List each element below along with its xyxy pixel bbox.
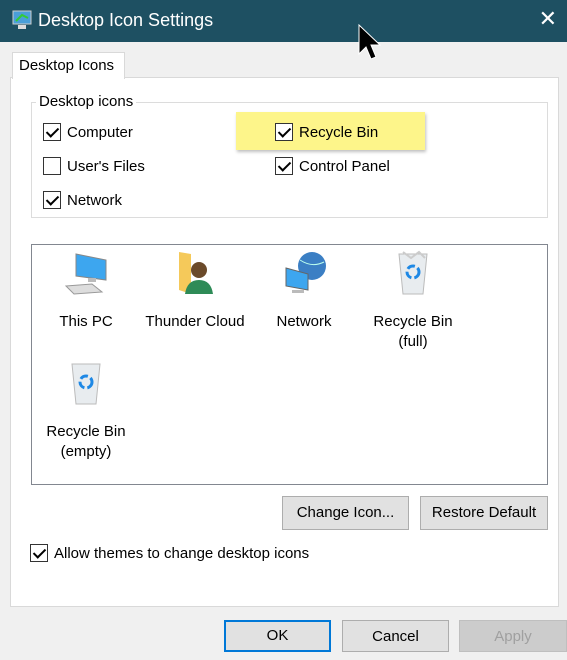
checkbox-users-files[interactable]: User's Files	[43, 157, 145, 175]
checkbox-recycle-bin[interactable]: Recycle Bin	[275, 123, 378, 141]
checkbox-network[interactable]: Network	[43, 191, 122, 209]
cancel-button[interactable]: Cancel	[342, 620, 449, 652]
checkbox-control-panel[interactable]: Control Panel	[275, 157, 390, 175]
list-item-network[interactable]: Network	[249, 250, 359, 332]
change-icon-button[interactable]: Change Icon...	[282, 496, 409, 530]
list-item-recycle-bin-full[interactable]: Recycle Bin (full)	[358, 250, 468, 352]
icon-label: This PC	[59, 313, 113, 330]
computer-icon	[64, 253, 107, 295]
checkbox-box[interactable]	[43, 191, 61, 209]
icon-label: (full)	[398, 333, 428, 350]
checkbox-computer[interactable]: Computer	[43, 123, 133, 141]
icon-label: Network	[276, 313, 332, 330]
icon-label: Recycle Bin	[373, 313, 453, 330]
checkbox-box[interactable]	[30, 544, 48, 562]
checkbox-label: Allow themes to change desktop icons	[54, 544, 310, 562]
icon-label: Recycle Bin	[46, 423, 126, 440]
checkbox-label: Recycle Bin	[299, 123, 379, 141]
checkbox-label: User's Files	[67, 157, 145, 175]
list-item-this-pc[interactable]: This PC	[31, 250, 141, 332]
group-label: Desktop icons	[36, 93, 137, 110]
checkbox-label: Computer	[67, 123, 133, 141]
apply-button[interactable]: Apply	[459, 620, 567, 652]
ok-button[interactable]: OK	[224, 620, 331, 652]
checkbox-label: Network	[67, 191, 123, 209]
icon-label: (empty)	[60, 443, 112, 460]
close-icon[interactable]: ✕	[539, 6, 557, 32]
mouse-cursor-icon	[358, 24, 382, 60]
window-title: Desktop Icon Settings	[38, 10, 214, 30]
recycle-bin-empty-icon	[71, 363, 101, 405]
icon-label: Thunder Cloud	[145, 313, 245, 330]
user-folder-icon	[179, 252, 213, 294]
tab-desktop-icons[interactable]: Desktop Icons	[12, 52, 125, 79]
checkbox-box[interactable]	[275, 123, 293, 141]
display-settings-icon	[12, 10, 32, 29]
recycle-bin-full-icon	[398, 250, 428, 295]
allow-themes-checkbox[interactable]: Allow themes to change desktop icons	[30, 544, 309, 562]
checkbox-box[interactable]	[43, 157, 61, 175]
title-bar[interactable]: Desktop Icon Settings ✕	[0, 0, 567, 42]
checkbox-box[interactable]	[43, 123, 61, 141]
list-item-thunder-cloud[interactable]: Thunder Cloud	[140, 250, 250, 332]
restore-default-button[interactable]: Restore Default	[420, 496, 548, 530]
list-item-recycle-bin-empty[interactable]: Recycle Bin (empty)	[31, 360, 141, 462]
checkbox-box[interactable]	[275, 157, 293, 175]
checkbox-label: Control Panel	[299, 157, 390, 175]
network-icon	[285, 252, 326, 293]
